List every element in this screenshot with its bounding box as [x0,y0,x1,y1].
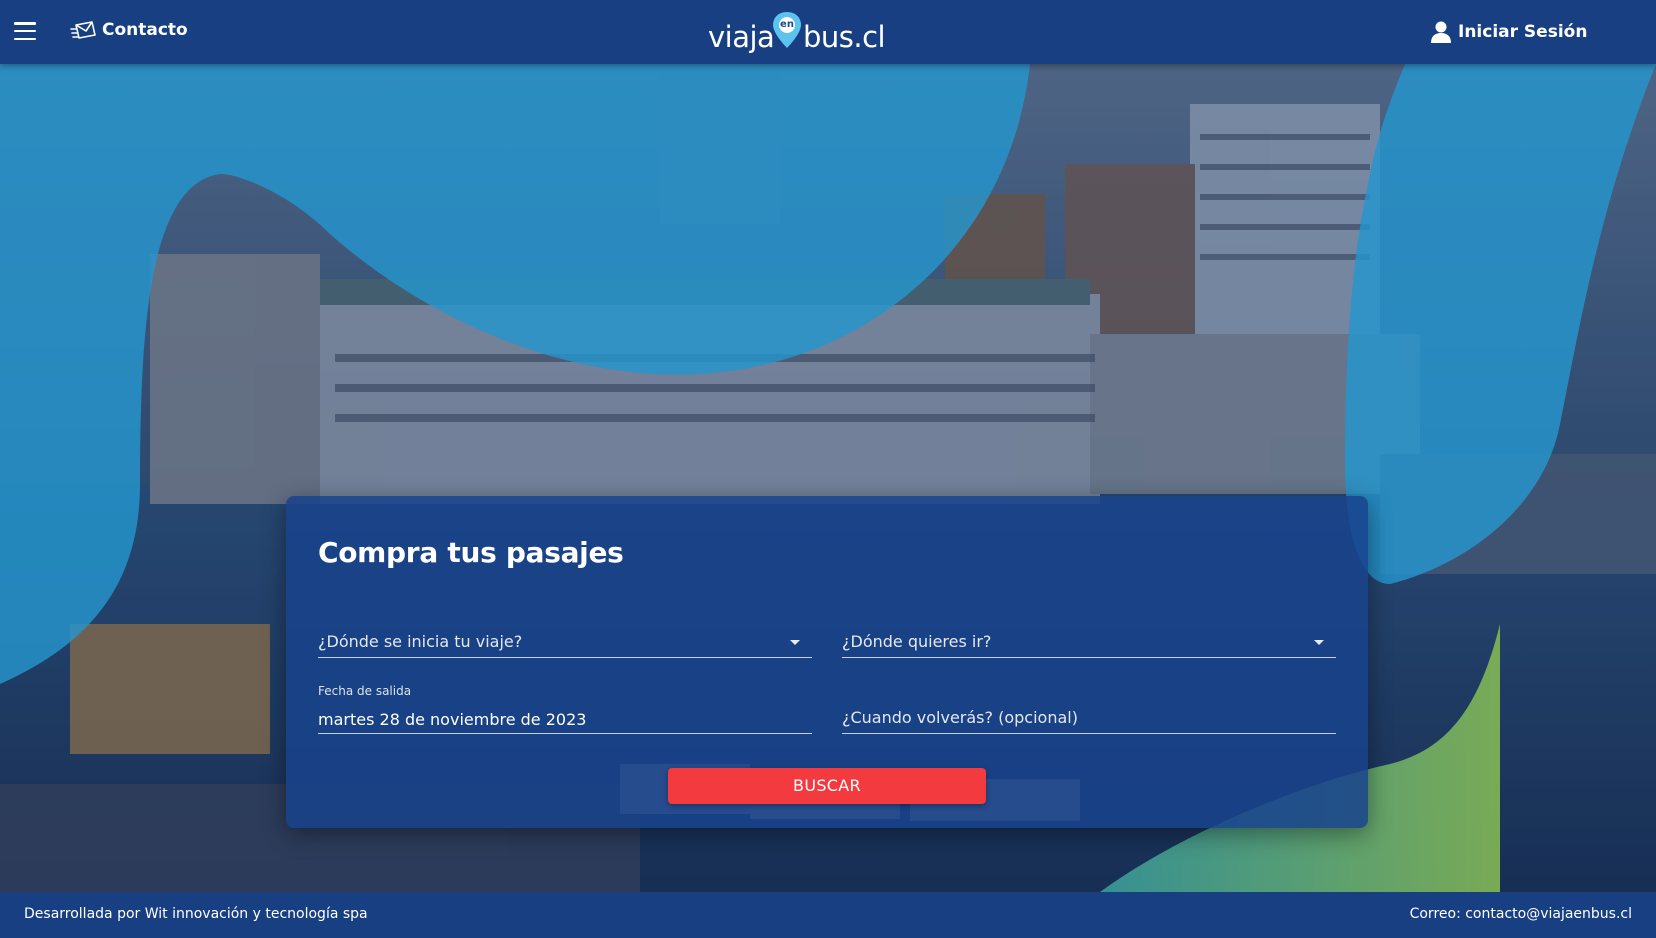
return-date-placeholder: ¿Cuando volverás? (opcional) [842,708,1078,727]
destination-placeholder: ¿Dónde quieres ir? [842,632,992,651]
user-icon [1431,21,1451,43]
hamburger-menu-button[interactable] [14,22,36,40]
contact-email[interactable]: Correo: contacto@viajaenbus.cl [1410,906,1632,922]
contact-link[interactable]: Contacto [70,18,188,42]
logo-text-en: en [780,19,794,30]
envelope-icon [70,21,96,39]
origin-placeholder: ¿Dónde se inicia tu viaje? [318,632,523,651]
top-navigation-bar: Contacto viaja en bus.cl Iniciar Sesión [0,0,1656,64]
ticket-search-card: Compra tus pasajes ¿Dónde se inicia tu v… [286,496,1368,828]
logo-text-viaja: viaja [708,20,775,54]
menu-line [14,29,36,33]
form-title: Compra tus pasajes [318,536,624,569]
developer-credit: Desarrollada por Wit innovación y tecnol… [24,906,368,922]
contact-label: Contacto [102,20,188,40]
login-label: Iniciar Sesión [1458,22,1588,42]
search-button[interactable]: BUSCAR [668,768,986,804]
origin-select[interactable]: ¿Dónde se inicia tu viaje? [318,620,812,658]
menu-line [14,37,36,40]
return-date-field[interactable]: ¿Cuando volverás? (opcional) [842,696,1336,734]
location-pin-icon [773,12,801,48]
page-footer: Desarrollada por Wit innovación y tecnol… [0,892,1656,938]
login-button[interactable]: Iniciar Sesión [1430,20,1587,44]
site-logo[interactable]: viaja en bus.cl [708,10,886,56]
departure-date-field[interactable]: Fecha de salida martes 28 de noviembre d… [318,684,812,734]
departure-date-value: martes 28 de noviembre de 2023 [318,710,587,729]
logo-text-bus: bus.cl [803,20,886,54]
menu-line [14,22,36,25]
destination-select[interactable]: ¿Dónde quieres ir? [842,620,1336,658]
departure-date-label: Fecha de salida [318,684,412,698]
caret-down-icon [790,640,800,645]
caret-down-icon [1314,640,1324,645]
